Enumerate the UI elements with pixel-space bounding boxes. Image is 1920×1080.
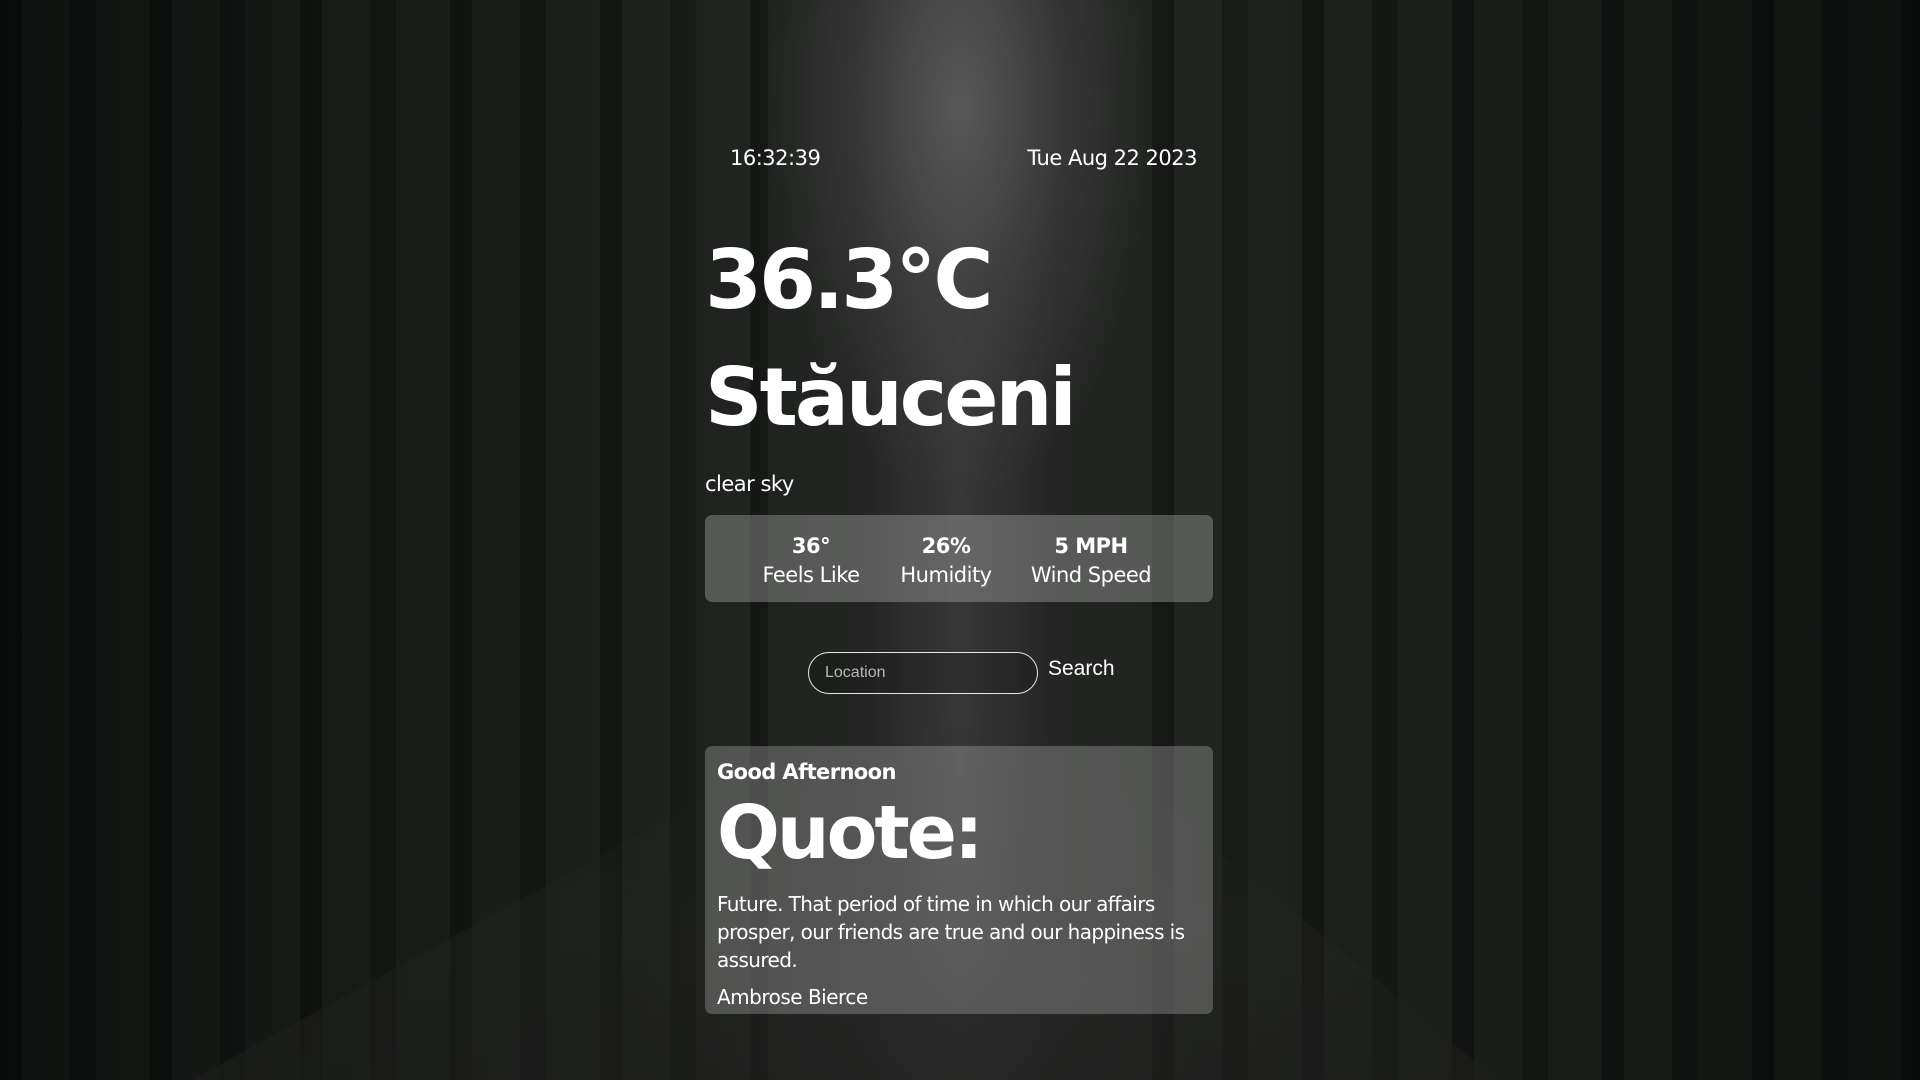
humidity-label: Humidity [900,563,992,587]
wind-speed-value: 5 MPH [1054,534,1128,558]
stat-humidity: 26% Humidity [896,532,996,590]
quote-heading: Quote: [717,790,984,876]
weather-app: 16:32:39 Tue Aug 22 2023 36.3°C Stăuceni… [705,0,1213,1080]
current-date: Tue Aug 22 2023 [1027,146,1197,170]
location-search-input[interactable] [808,652,1038,694]
stat-wind-speed: 5 MPH Wind Speed [1026,532,1156,590]
city-name: Stăuceni [705,351,1077,444]
wind-speed-label: Wind Speed [1030,563,1152,587]
stat-feels-like: 36° Feels Like [761,532,861,590]
weather-stats-panel: 36° Feels Like 26% Humidity 5 MPH Wind S… [705,515,1213,602]
greeting-text: Good Afternoon [717,760,896,784]
weather-description: clear sky [705,472,794,496]
feels-like-value: 36° [791,534,831,558]
quote-author: Ambrose Bierce [717,985,868,1009]
feels-like-label: Feels Like [762,563,860,587]
temperature: 36.3°C [705,233,993,328]
search-button[interactable]: Search [1048,657,1115,681]
humidity-value: 26% [921,534,971,558]
quote-card: Good Afternoon Quote: Future. That perio… [705,746,1213,1014]
current-time: 16:32:39 [730,146,821,170]
quote-text: Future. That period of time in which our… [717,892,1185,972]
clock-row: 16:32:39 Tue Aug 22 2023 [705,146,1213,176]
